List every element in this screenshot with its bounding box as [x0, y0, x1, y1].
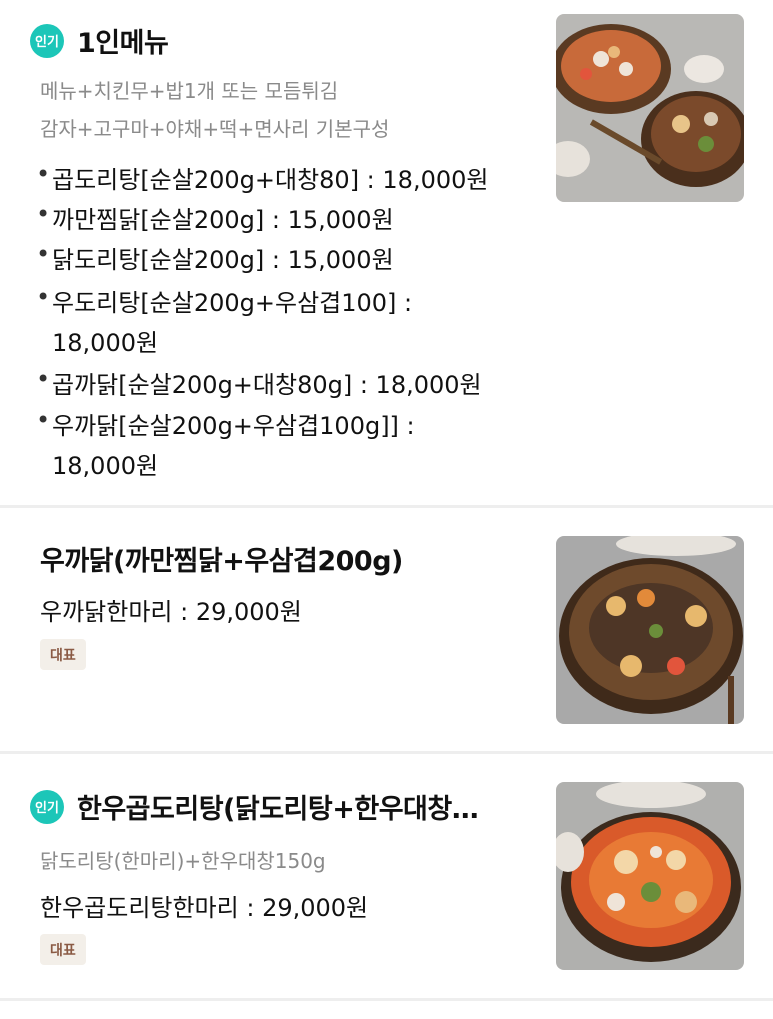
bullet: • [36, 365, 51, 393]
representative-tag: 대표 [40, 639, 86, 670]
menu-item-3-desc: 닭도리탕(한마리)+한우대창150g [40, 849, 326, 873]
menu-item-1-desc-line-2: 감자+고구마+야채+떡+면사리 기본구성 [40, 117, 390, 141]
representative-tag: 대표 [40, 934, 86, 965]
option-gopkkadak: 곱까닭[순살200g+대창80g] : 18,000원 [52, 371, 482, 399]
divider [0, 998, 773, 1001]
bullet: • [36, 240, 51, 268]
menu-item-3[interactable]: 인기 한우곱도리탕(닭도리탕+한우대창… 닭도리탕(한마리)+한우대창150g … [0, 754, 773, 998]
menu-item-3-title: 한우곱도리탕(닭도리탕+한우대창… [77, 794, 479, 825]
option-dakdoritang: 닭도리탕[순살200g] : 15,000원 [52, 246, 394, 274]
menu-item-1-photo [556, 14, 744, 202]
food-photo-icon [556, 536, 744, 724]
menu-item-2-price: 우까닭한마리 : 29,000원 [40, 598, 302, 626]
menu-item-1-desc-line-1: 메뉴+치킨무+밥1개 또는 모듬튀김 [40, 79, 339, 103]
menu-item-2-title: 우까닭(까만찜닭+우삼겹200g) [40, 546, 403, 577]
food-photo-icon [556, 14, 744, 202]
food-photo-icon [556, 782, 744, 970]
menu-item-3-price: 한우곱도리탕한마리 : 29,000원 [40, 894, 369, 922]
option-kkamanjjimdak: 까만찜닭[순살200g] : 15,000원 [52, 206, 394, 234]
bullet: • [36, 200, 51, 228]
menu-item-2-photo [556, 536, 744, 724]
option-udoritang: 우도리탕[순살200g+우삼겹100] : [52, 289, 413, 317]
option-ukkadak: 우까닭[순살200g+우삼겹100g]] : [52, 412, 415, 440]
popular-badge: 인기 [30, 789, 64, 824]
bullet: • [36, 160, 51, 188]
option-ukkadak-price: 18,000원 [52, 452, 159, 480]
bullet: • [36, 406, 51, 434]
bullet: • [36, 283, 51, 311]
menu-item-3-photo [556, 782, 744, 970]
menu-item-3-title-row: 인기 한우곱도리탕(닭도리탕+한우대창… [30, 787, 479, 826]
menu-item-2[interactable]: 우까닭(까만찜닭+우삼겹200g) 우까닭한마리 : 29,000원 대표 [0, 508, 773, 751]
menu-item-1-title: 1인메뉴 [77, 28, 169, 59]
option-udoritang-price: 18,000원 [52, 329, 159, 357]
menu-item-1[interactable]: 인기 1인메뉴 메뉴+치킨무+밥1개 또는 모듬튀김 감자+고구마+야채+떡+면… [0, 0, 773, 505]
menu-item-2-title-row: 우까닭(까만찜닭+우삼겹200g) [40, 539, 403, 578]
menu-item-1-title-row: 인기 1인메뉴 [30, 21, 169, 60]
option-gopdoritang: 곱도리탕[순살200g+대창80] : 18,000원 [52, 166, 489, 194]
popular-badge: 인기 [30, 23, 64, 58]
